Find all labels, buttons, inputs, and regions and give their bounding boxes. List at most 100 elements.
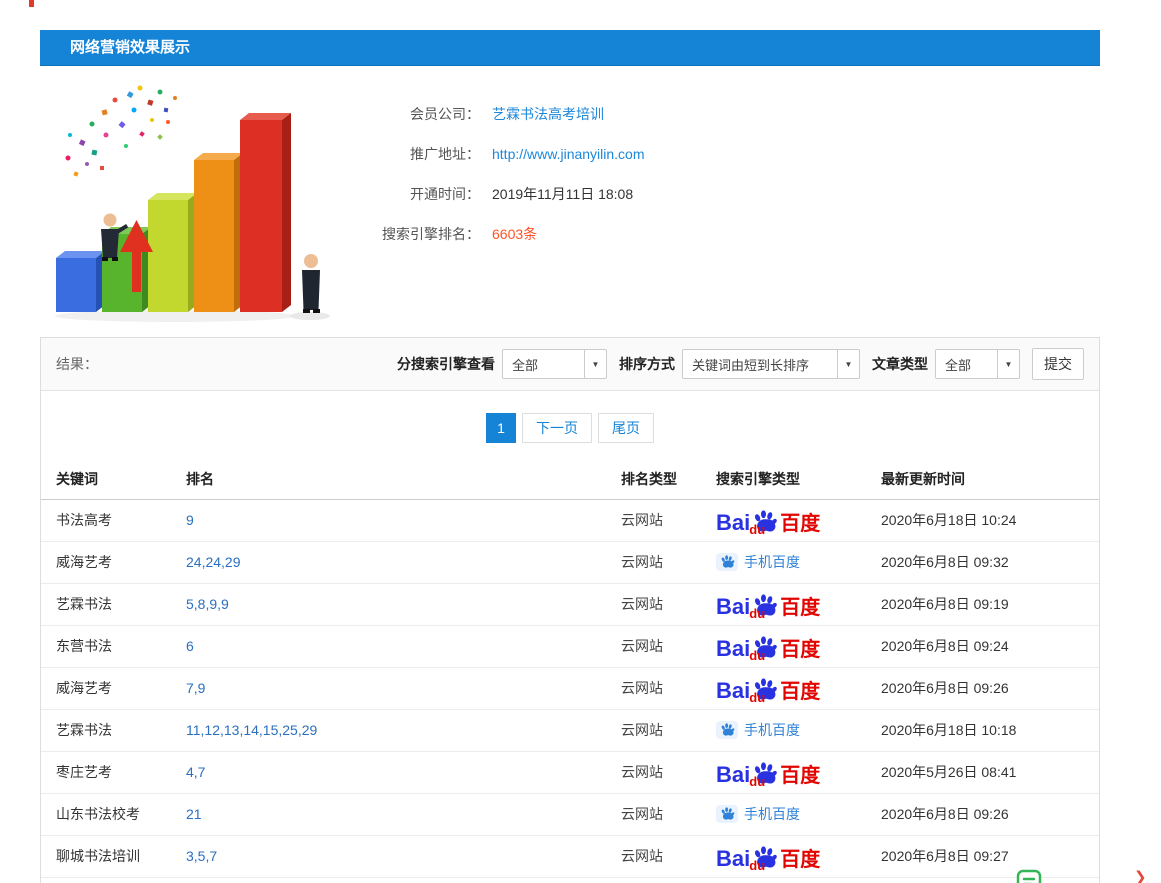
table-row: 威海艺考24,24,29云网站 手机百度 2020年6月8日 09:32 xyxy=(41,541,1099,583)
mobile-baidu-logo: 手机百度 xyxy=(716,720,800,740)
main-container: 网络营销效果展示 xyxy=(40,30,1100,338)
baidu-logo: Baidu百度 xyxy=(716,842,820,870)
sort-select[interactable]: 关键词由短到长排序 ▼ xyxy=(682,349,860,379)
mobile-baidu-paw-icon xyxy=(716,721,738,739)
rank-count-row: 搜索引擎排名： 6603条 xyxy=(350,214,645,254)
rank-count-value: 6603条 xyxy=(492,224,537,244)
promo-url-row: 推广地址： http://www.jinanyilin.com xyxy=(350,134,645,174)
engine-cell: 手机百度 xyxy=(716,709,881,751)
chevron-down-icon: ▼ xyxy=(837,350,859,378)
businessman-right xyxy=(302,254,320,313)
rank-count-label: 搜索引擎排名： xyxy=(350,224,480,244)
results-panel: 结果： 分搜索引擎查看 全部 ▼ 排序方式 关键词由短到长排序 ▼ 文章类型 全… xyxy=(40,337,1100,883)
rank-type-cell: 云网站 xyxy=(621,625,716,667)
chat-widget-icon[interactable] xyxy=(1016,869,1042,883)
baidu-logo: Baidu百度 xyxy=(716,590,820,618)
keyword-cell: 山东书法校考 xyxy=(41,793,186,835)
mobile-baidu-logo: 手机百度 xyxy=(716,804,800,824)
col-header-updated: 最新更新时间 xyxy=(881,459,1099,499)
rank-cell[interactable]: 7,9 xyxy=(186,667,621,709)
rank-type-cell: 云网站 xyxy=(621,541,716,583)
bar-chart-bars xyxy=(56,113,291,312)
mobile-baidu-label: 手机百度 xyxy=(744,552,800,572)
table-row: 威海艺考7,9云网站Baidu百度2020年6月8日 09:26 xyxy=(41,667,1099,709)
engine-cell: Baidu百度 xyxy=(716,835,881,877)
sort-value: 关键词由短到长排序 xyxy=(683,355,837,374)
rank-type-cell: 云网站 xyxy=(621,667,716,709)
article-type-value: 全部 xyxy=(936,355,997,374)
updated-cell: 2020年6月8日 09:27 xyxy=(881,835,1099,877)
article-type-label: 文章类型 xyxy=(872,354,928,374)
page-1-button[interactable]: 1 xyxy=(486,413,516,443)
submit-button[interactable]: 提交 xyxy=(1032,348,1084,380)
table-row: 书法高考9云网站Baidu百度2020年6月18日 10:24 xyxy=(41,499,1099,541)
rank-cell[interactable]: 24,24,29 xyxy=(186,541,621,583)
promo-url-link[interactable]: http://www.jinanyilin.com xyxy=(492,146,645,162)
rank-type-cell: 云网站 xyxy=(621,751,716,793)
company-link[interactable]: 艺霖书法高考培训 xyxy=(492,104,604,124)
result-label: 结果： xyxy=(56,354,98,374)
promo-illustration xyxy=(40,80,350,328)
rank-type-cell: 云网站 xyxy=(621,835,716,877)
table-row: 东营书法6云网站Baidu百度2020年6月8日 09:24 xyxy=(41,625,1099,667)
confetti-dots xyxy=(66,86,178,177)
col-header-engine-type: 搜索引擎类型 xyxy=(716,459,881,499)
mobile-baidu-logo: 手机百度 xyxy=(716,552,800,572)
keyword-cell: 艺霖书法 xyxy=(41,583,186,625)
updated-cell: 2020年6月8日 09:32 xyxy=(881,541,1099,583)
article-type-select[interactable]: 全部 ▼ xyxy=(935,349,1020,379)
results-table: 关键词 排名 排名类型 搜索引擎类型 最新更新时间 书法高考9云网站Baidu百… xyxy=(41,459,1099,878)
keyword-cell: 书法高考 xyxy=(41,499,186,541)
engine-filter-select[interactable]: 全部 ▼ xyxy=(502,349,607,379)
keyword-cell: 威海艺考 xyxy=(41,667,186,709)
sort-label: 排序方式 xyxy=(619,354,675,374)
engine-cell: Baidu百度 xyxy=(716,625,881,667)
baidu-paw-icon: du xyxy=(752,592,778,618)
baidu-logo: Baidu百度 xyxy=(716,506,820,534)
rank-cell[interactable]: 9 xyxy=(186,499,621,541)
baidu-logo: Baidu百度 xyxy=(716,674,820,702)
mobile-baidu-paw-icon xyxy=(716,553,738,571)
page-title: 网络营销效果展示 xyxy=(40,30,1100,66)
last-page-button[interactable]: 尾页 xyxy=(598,413,654,443)
chevron-down-icon: ▼ xyxy=(997,350,1019,378)
keyword-cell: 艺霖书法 xyxy=(41,709,186,751)
pagination: 1 下一页 尾页 xyxy=(41,413,1099,443)
filter-bar: 结果： 分搜索引擎查看 全部 ▼ 排序方式 关键词由短到长排序 ▼ 文章类型 全… xyxy=(41,338,1099,391)
rank-cell[interactable]: 3,5,7 xyxy=(186,835,621,877)
updated-cell: 2020年6月18日 10:18 xyxy=(881,709,1099,751)
col-header-keyword: 关键词 xyxy=(41,459,186,499)
mobile-baidu-paw-icon xyxy=(716,805,738,823)
company-row: 会员公司： 艺霖书法高考培训 xyxy=(350,94,645,134)
table-row: 山东书法校考21云网站手机百度2020年6月8日 09:26 xyxy=(41,793,1099,835)
table-row: 艺霖书法5,8,9,9云网站Baidu百度2020年6月8日 09:19 xyxy=(41,583,1099,625)
member-info-list: 会员公司： 艺霖书法高考培训 推广地址： http://www.jinanyil… xyxy=(350,80,645,330)
baidu-logo: Baidu百度 xyxy=(716,758,820,786)
updated-cell: 2020年6月8日 09:24 xyxy=(881,625,1099,667)
keyword-cell: 聊城书法培训 xyxy=(41,835,186,877)
member-info-section: 会员公司： 艺霖书法高考培训 推广地址： http://www.jinanyil… xyxy=(40,66,1100,338)
mobile-baidu-label: 手机百度 xyxy=(744,720,800,740)
baidu-paw-icon: du xyxy=(752,760,778,786)
baidu-paw-icon: du xyxy=(752,676,778,702)
rank-cell[interactable]: 5,8,9,9 xyxy=(186,583,621,625)
rank-cell[interactable]: 6 xyxy=(186,625,621,667)
filter-controls: 分搜索引擎查看 全部 ▼ 排序方式 关键词由短到长排序 ▼ 文章类型 全部 ▼ … xyxy=(385,348,1084,380)
updated-cell: 2020年5月26日 08:41 xyxy=(881,751,1099,793)
baidu-paw-icon: du xyxy=(752,844,778,870)
engine-filter-label: 分搜索引擎查看 xyxy=(397,354,495,374)
open-time-row: 开通时间： 2019年11月11日 18:08 xyxy=(350,174,645,214)
col-header-rank-type: 排名类型 xyxy=(621,459,716,499)
top-edge-marker xyxy=(29,0,34,7)
promo-url-label: 推广地址： xyxy=(350,144,480,164)
rank-cell[interactable]: 21 xyxy=(186,793,621,835)
keyword-cell: 威海艺考 xyxy=(41,541,186,583)
rank-type-cell: 云网站 xyxy=(621,499,716,541)
next-page-button[interactable]: 下一页 xyxy=(522,413,592,443)
baidu-logo: Baidu百度 xyxy=(716,632,820,660)
scroll-right-arrow-icon[interactable]: ❯ xyxy=(1134,868,1147,883)
rank-cell[interactable]: 11,12,13,14,15,25,29 xyxy=(186,709,621,751)
keyword-cell: 枣庄艺考 xyxy=(41,751,186,793)
rank-cell[interactable]: 4,7 xyxy=(186,751,621,793)
updated-cell: 2020年6月8日 09:19 xyxy=(881,583,1099,625)
